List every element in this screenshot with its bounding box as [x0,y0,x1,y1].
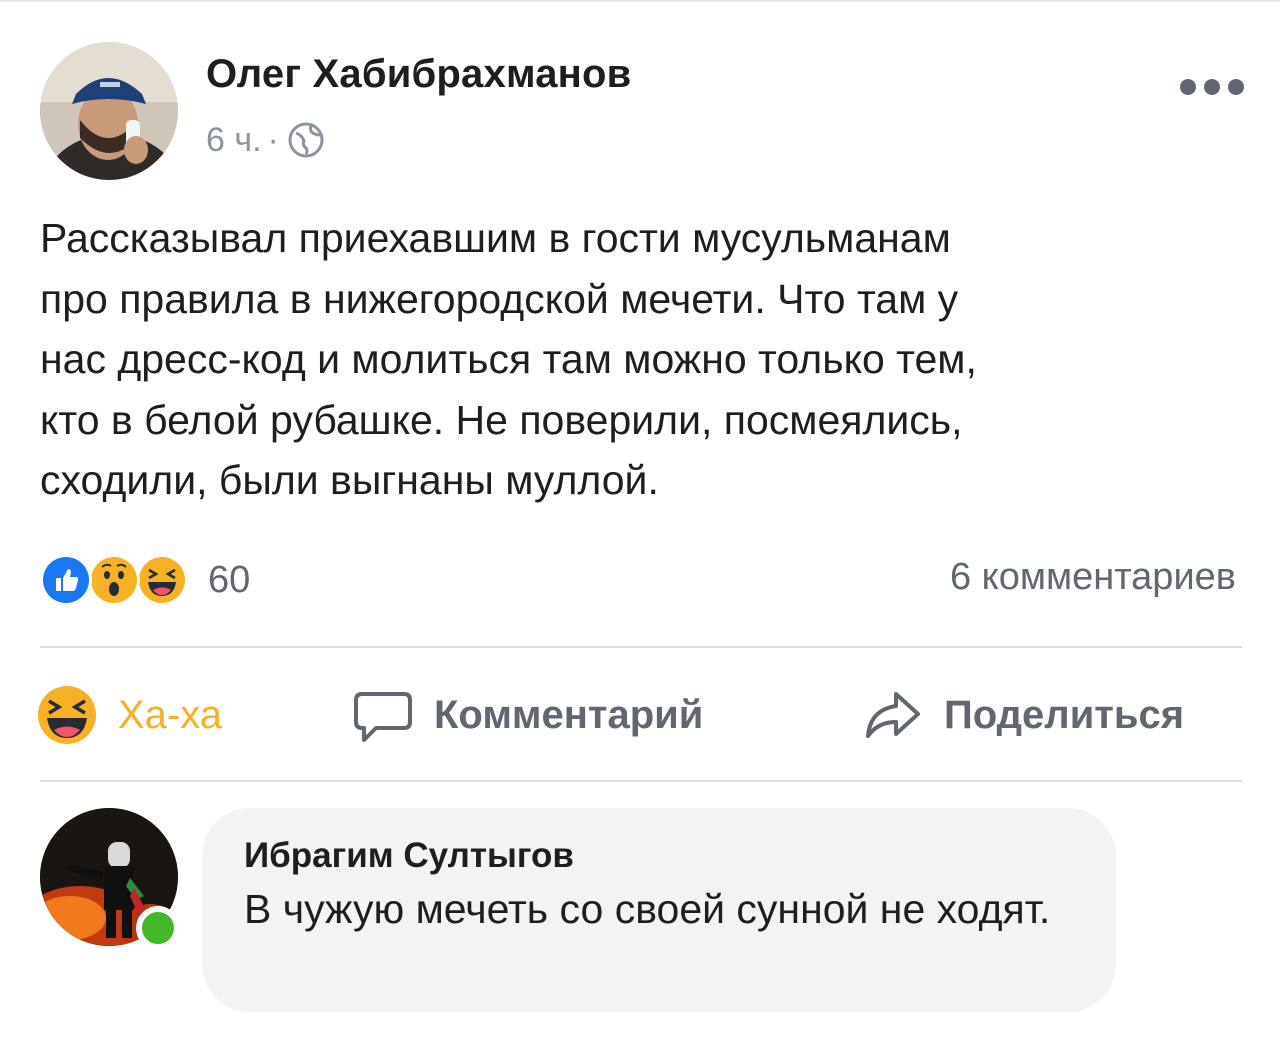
comment-bubble-icon [352,684,414,746]
reactions-summary[interactable]: 60 [40,552,250,608]
online-status-icon [136,906,180,950]
post-text: Рассказывал приехавшим в гости мусульман… [40,215,977,503]
post-time[interactable]: 6 ч. [206,121,262,160]
wow-icon [88,554,140,606]
share-arrow-icon [862,684,924,746]
commenter-name[interactable]: Ибрагим Султыгов [244,836,574,876]
dot-1 [1180,79,1196,95]
facebook-post-page: Олег Хабибрахманов 6 ч. · Рассказывал пр… [0,0,1280,1041]
more-dots-icon[interactable] [1180,72,1244,102]
dot-3 [1228,79,1244,95]
reaction-count: 60 [208,558,251,601]
post-meta: 6 ч. · [206,120,325,160]
haha-button[interactable]: Ха-ха [36,680,222,750]
haha-icon [136,554,188,606]
share-button[interactable]: Поделиться [862,680,1184,750]
globe-icon[interactable] [287,121,325,159]
haha-icon [36,684,98,746]
meta-separator: · [267,120,279,159]
author-name[interactable]: Олег Хабибрахманов [206,52,631,97]
dot-2 [1204,79,1220,95]
comment-button[interactable]: Комментарий [352,680,703,750]
comment-text: В чужую мечеть со своей сунной не ходят. [244,886,1051,932]
top-divider [0,0,1280,2]
haha-label: Ха-ха [118,692,223,737]
like-icon [40,554,92,606]
comment-label: Комментарий [434,692,704,737]
comments-count[interactable]: 6 комментариев [950,556,1236,599]
divider-top [40,646,1242,648]
divider-bottom [40,780,1242,782]
author-avatar[interactable] [40,42,178,180]
share-label: Поделиться [944,692,1185,737]
